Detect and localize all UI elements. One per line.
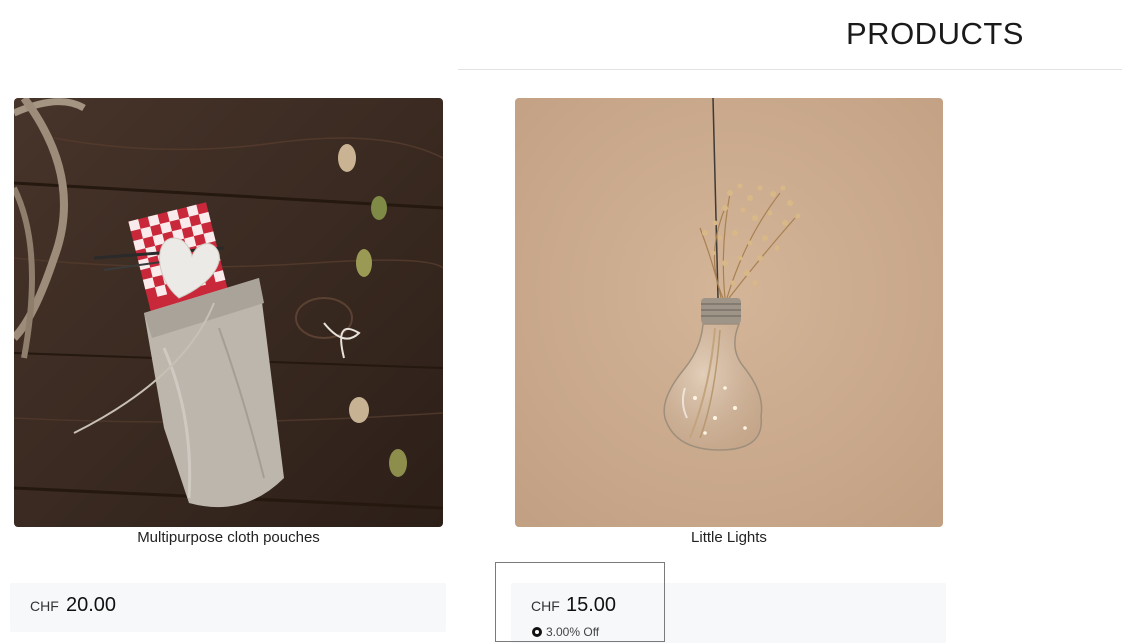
products-page: PRODUCTS Multipurpose cloth pouches CHF …: [0, 0, 1122, 643]
product-image-cloth-pouches[interactable]: [14, 98, 443, 527]
price-currency: CHF: [30, 598, 59, 614]
price-amount: 20.00: [66, 594, 117, 616]
price-currency: CHF: [531, 598, 560, 614]
price-box: CHF 20.00: [10, 583, 446, 632]
discount-badge: 3.00% Off: [532, 625, 599, 639]
price-amount: 15.00: [566, 594, 617, 616]
price-box: CHF 15.00 3.00% Off: [511, 583, 946, 643]
page-title: PRODUCTS: [846, 16, 1024, 51]
product-title[interactable]: Little Lights: [515, 529, 943, 546]
product-title[interactable]: Multipurpose cloth pouches: [14, 529, 443, 546]
discount-label: 3.00% Off: [546, 625, 600, 639]
discount-icon: [532, 627, 542, 637]
cloth-pouch-photo-icon: [14, 98, 443, 527]
product-image-little-lights[interactable]: [515, 98, 943, 527]
lightbulb-photo-icon: [515, 98, 943, 527]
heading-divider: [458, 69, 1122, 70]
